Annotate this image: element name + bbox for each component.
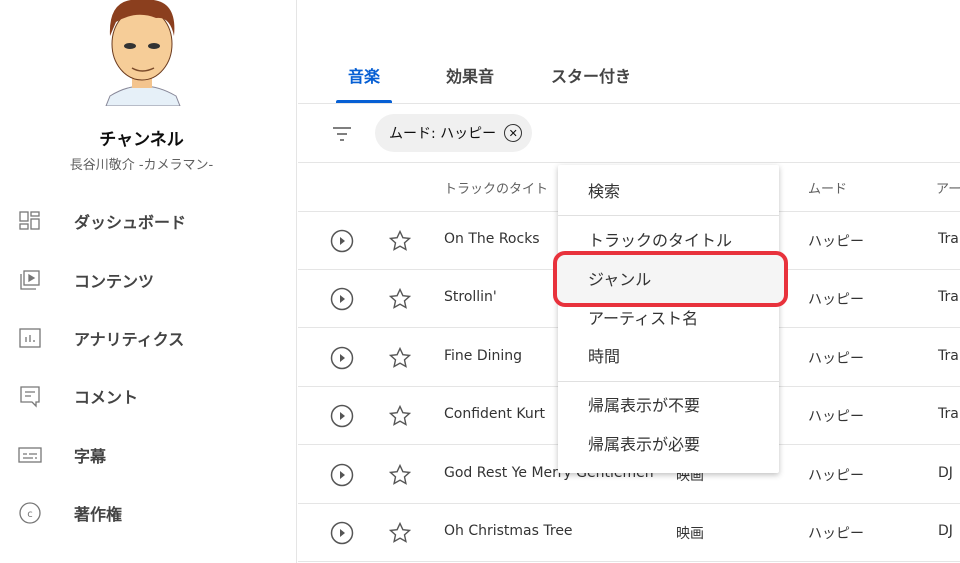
subtitles-icon [18, 447, 42, 463]
column-filter-menu-items: トラックのタイトル ジャンル アーティスト名 時間 帰属表示が不要 帰属表示が必… [558, 165, 779, 473]
header-mood[interactable]: ムード [808, 178, 847, 197]
sidebar-item-content[interactable]: コンテンツ [0, 260, 297, 300]
filter-chip-label: ムード: ハッピー [389, 126, 497, 142]
track-title: Confident Kurt [444, 406, 545, 423]
track-artist: Tra [938, 231, 959, 247]
sidebar-item-comments[interactable]: コメント [0, 376, 297, 416]
menu-item-genre[interactable]: ジャンル [558, 259, 779, 297]
track-title: Fine Dining [444, 347, 523, 364]
copyright-icon: c [19, 502, 41, 524]
svg-text:c: c [27, 509, 33, 520]
filter-icon[interactable] [331, 123, 353, 145]
menu-item-no-attribution[interactable]: 帰属表示が不要 [558, 385, 779, 423]
tab-sound-effects[interactable]: 効果音 [446, 63, 494, 87]
play-icon[interactable] [330, 346, 354, 370]
star-icon[interactable] [388, 463, 412, 487]
play-icon[interactable] [330, 521, 354, 545]
play-icon[interactable] [330, 287, 354, 311]
track-artist: DJ [938, 523, 953, 539]
sidebar-item-analytics[interactable]: アナリティクス [0, 318, 297, 358]
comment-icon [20, 386, 40, 408]
table-row[interactable]: Oh Christmas Tree 映画 ハッピー DJ [298, 504, 960, 562]
star-icon[interactable] [388, 229, 412, 253]
star-icon[interactable] [388, 521, 412, 545]
sidebar: チャンネル 長谷川敬介 -カメラマン- ダッシュボード コンテンツ アナリティク… [0, 0, 297, 563]
menu-divider [558, 381, 779, 382]
sidebar-item-label: ダッシュボード [74, 213, 187, 232]
tab-bar: 音楽 効果音 スター付き [298, 55, 960, 104]
track-artist: Tra [938, 347, 959, 364]
sidebar-item-label: コンテンツ [74, 272, 155, 291]
menu-item-track-title[interactable]: トラックのタイトル [558, 220, 779, 258]
menu-item-attribution-required[interactable]: 帰属表示が必要 [558, 424, 779, 462]
track-mood: ハッピー [808, 409, 864, 426]
play-icon[interactable] [330, 404, 354, 428]
sidebar-item-label: 字幕 [74, 447, 107, 466]
active-tab-indicator [336, 100, 392, 103]
avatar[interactable] [96, 0, 188, 106]
filter-bar: ムード: ハッピー ✕ [298, 105, 960, 163]
sidebar-item-label: アナリティクス [74, 330, 185, 349]
channel-title: チャンネル [99, 130, 184, 150]
sidebar-item-subtitles[interactable]: 字幕 [0, 435, 297, 475]
track-artist: Tra [938, 289, 959, 306]
track-mood: ハッピー [808, 467, 864, 484]
analytics-icon [19, 328, 41, 348]
filter-chip-mood[interactable]: ムード: ハッピー ✕ [375, 114, 533, 152]
menu-item-artist[interactable]: アーティスト名 [558, 298, 779, 336]
sidebar-item-dashboard[interactable]: ダッシュボード [0, 201, 297, 241]
star-icon[interactable] [388, 287, 412, 311]
play-icon[interactable] [330, 229, 354, 253]
sidebar-item-label: 著作権 [74, 505, 123, 524]
track-mood: ハッピー [808, 526, 864, 542]
track-mood: ハッピー [808, 350, 864, 367]
content-icon [20, 270, 40, 290]
track-title: Strollin' [444, 289, 497, 306]
track-mood: ハッピー [808, 234, 864, 250]
star-icon[interactable] [388, 346, 412, 370]
track-mood: ハッピー [808, 292, 864, 309]
header-artist[interactable]: アー [936, 178, 960, 197]
close-icon[interactable]: ✕ [504, 124, 523, 142]
track-artist: Tra [938, 406, 959, 423]
sidebar-item-label: コメント [74, 388, 139, 407]
sidebar-item-copyright[interactable]: c 著作権 [0, 493, 297, 533]
dashboard-icon [19, 211, 40, 230]
star-icon[interactable] [388, 404, 412, 428]
track-title: Oh Christmas Tree [444, 523, 573, 539]
track-title: On The Rocks [444, 231, 540, 247]
tab-starred[interactable]: スター付き [551, 63, 631, 87]
play-icon[interactable] [330, 463, 354, 487]
track-artist: DJ [938, 464, 953, 481]
track-genre: 映画 [676, 526, 704, 542]
tab-music[interactable]: 音楽 [348, 63, 380, 87]
channel-name: 長谷川敬介 -カメラマン- [69, 158, 214, 173]
header-title[interactable]: トラックのタイト [444, 178, 548, 197]
menu-item-duration[interactable]: 時間 [558, 336, 779, 374]
